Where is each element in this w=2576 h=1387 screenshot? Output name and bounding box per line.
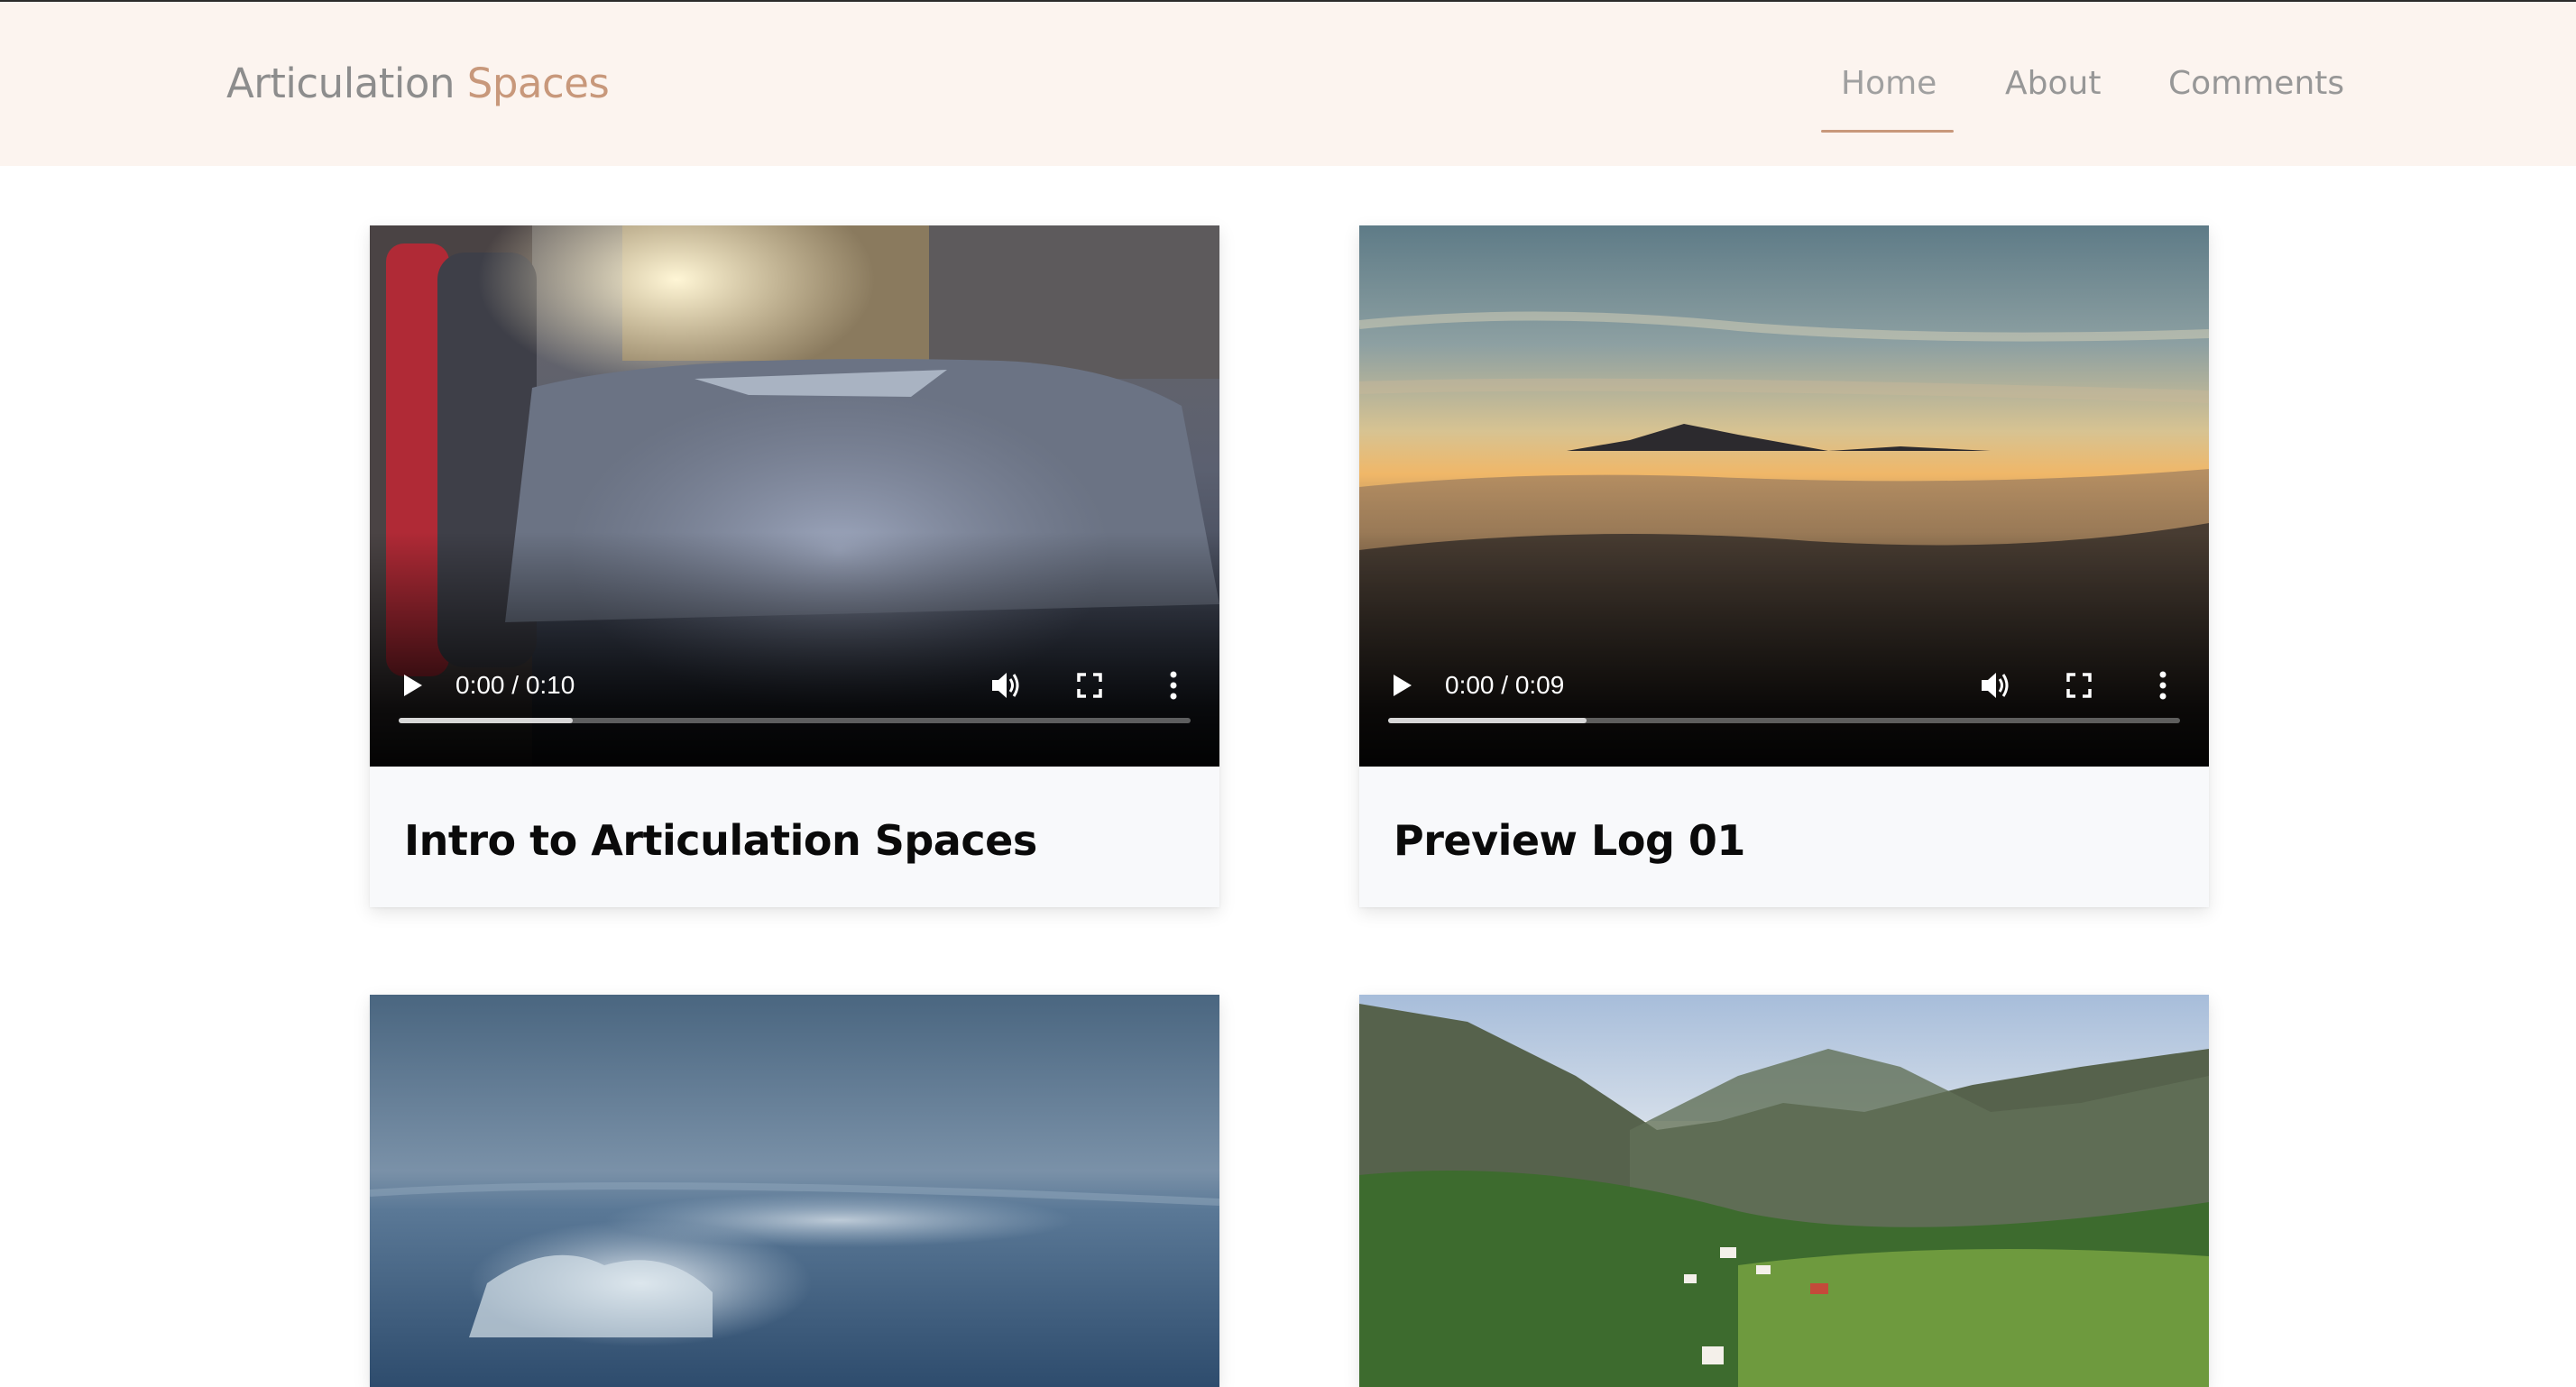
volume-icon[interactable] bbox=[1978, 669, 2012, 702]
video-timeline[interactable] bbox=[399, 718, 1191, 723]
nav-home[interactable]: Home bbox=[1841, 60, 1937, 108]
play-icon[interactable] bbox=[404, 675, 422, 696]
fullscreen-icon[interactable] bbox=[1073, 669, 1106, 702]
video-title: Preview Log 01 bbox=[1394, 816, 1745, 865]
play-icon[interactable] bbox=[1394, 675, 1412, 696]
video-title: Intro to Articulation Spaces bbox=[404, 816, 1037, 865]
more-options-icon[interactable] bbox=[2153, 669, 2173, 702]
more-options-icon[interactable] bbox=[1164, 669, 1183, 702]
brand-text-accent: Spaces bbox=[466, 60, 610, 107]
brand-text-primary: Articulation bbox=[226, 60, 455, 107]
nav-comments[interactable]: Comments bbox=[2168, 60, 2344, 108]
active-nav-indicator bbox=[1821, 130, 1954, 133]
video-controls: 0:00 / 0:09 bbox=[1359, 649, 2209, 767]
video-card bbox=[1359, 995, 2209, 1387]
volume-icon[interactable] bbox=[989, 669, 1023, 702]
fullscreen-icon[interactable] bbox=[2063, 669, 2095, 702]
video-card: 0:00 / 0:09 Preview Log 01 bbox=[1359, 225, 2209, 907]
site-header: Articulation Spaces Home About Comments bbox=[0, 2, 2576, 166]
video-player[interactable] bbox=[370, 995, 1219, 1387]
video-player[interactable] bbox=[1359, 995, 2209, 1387]
nav-about[interactable]: About bbox=[2005, 60, 2101, 108]
site-logo[interactable]: Articulation Spaces bbox=[226, 60, 610, 108]
video-time: 0:00 / 0:09 bbox=[1445, 671, 1565, 699]
video-time: 0:00 / 0:10 bbox=[455, 671, 575, 699]
video-player[interactable]: 0:00 / 0:09 bbox=[1359, 225, 2209, 767]
video-card bbox=[370, 995, 1219, 1387]
video-card: 0:00 / 0:10 Intro to Articulation Spaces bbox=[370, 225, 1219, 907]
buffered-bar bbox=[399, 718, 574, 723]
video-thumbnail-valley bbox=[1359, 995, 2209, 1387]
video-player[interactable]: 0:00 / 0:10 bbox=[370, 225, 1219, 767]
video-thumbnail-sea bbox=[370, 995, 1219, 1387]
buffered-bar bbox=[1388, 718, 1587, 723]
video-timeline[interactable] bbox=[1388, 718, 2180, 723]
video-controls: 0:00 / 0:10 bbox=[370, 649, 1219, 767]
